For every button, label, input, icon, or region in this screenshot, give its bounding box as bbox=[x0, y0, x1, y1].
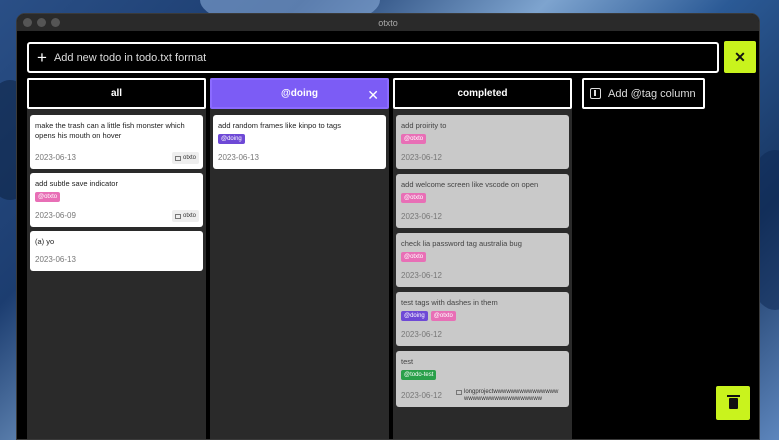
todo-text: add proirity to bbox=[401, 121, 447, 130]
todo-text: add subtle save indicator bbox=[35, 179, 118, 188]
todo-card[interactable]: add proirity to @otxto 2023-06-12 bbox=[396, 115, 569, 169]
tag-otxto[interactable]: @otxto bbox=[401, 193, 427, 203]
todo-date: 2023-06-12 bbox=[401, 330, 442, 339]
todo-card[interactable]: check lia password tag australia bug @ot… bbox=[396, 233, 569, 287]
todo-text: make the trash can a little fish monster… bbox=[35, 121, 185, 140]
todo-date: 2023-06-13 bbox=[35, 255, 76, 264]
todo-card[interactable]: test @todo-test 2023-06-12 longprojectww… bbox=[396, 351, 569, 407]
todo-date: 2023-06-13 bbox=[218, 153, 259, 162]
column-all: all make the trash can a little fish mon… bbox=[27, 78, 206, 439]
project-label: otxto bbox=[182, 155, 196, 161]
column-header-doing[interactable]: @doing ✕ bbox=[210, 78, 389, 109]
tag-otxto[interactable]: @otxto bbox=[430, 311, 456, 321]
remove-column-icon[interactable]: ✕ bbox=[367, 87, 379, 104]
column-doing: @doing ✕ add random frames like kinpo to… bbox=[210, 78, 389, 439]
project-badge[interactable]: longprojectwwwwwwwwwwwwwwwwwwwwwwwwwwwww… bbox=[453, 388, 565, 404]
todo-card[interactable]: add subtle save indicator @otxto 2023-06… bbox=[30, 173, 203, 227]
todo-card[interactable]: add welcome screen like vscode on open @… bbox=[396, 174, 569, 228]
titlebar: otxto bbox=[17, 14, 759, 31]
column-title: @doing bbox=[281, 88, 318, 99]
todo-text: test bbox=[401, 357, 414, 366]
todo-date: 2023-06-12 bbox=[401, 212, 442, 221]
tag-otxto[interactable]: @otxto bbox=[401, 134, 427, 144]
todo-text: add random frames like kinpo to tags bbox=[218, 121, 341, 130]
app-window: otxto + Add new todo in todo.txt format … bbox=[16, 13, 760, 440]
todo-text: check lia password tag australia bug bbox=[401, 239, 522, 248]
project-label: longprojectwwwwwwwwwwwwwwwwwwwwwwwwwwwww… bbox=[464, 389, 559, 402]
column-header-completed[interactable]: completed bbox=[393, 78, 572, 109]
todo-text: test tags with dashes in them bbox=[401, 298, 498, 307]
todo-card[interactable]: (a) yo 2023-06-13 bbox=[30, 231, 203, 271]
add-tag-column-label: Add @tag column bbox=[608, 87, 696, 100]
close-button[interactable]: ✕ bbox=[724, 41, 756, 73]
project-icon bbox=[174, 214, 181, 219]
add-todo-placeholder: Add new todo in todo.txt format bbox=[53, 51, 207, 64]
tag-todo-test[interactable]: @todo-test bbox=[401, 370, 437, 380]
todo-text: add welcome screen like vscode on open bbox=[401, 180, 539, 189]
project-label: otxto bbox=[182, 213, 196, 219]
todo-text: (a) yo bbox=[35, 237, 55, 246]
window-controls bbox=[23, 18, 60, 27]
project-icon bbox=[456, 390, 462, 395]
todo-date: 2023-06-12 bbox=[401, 271, 442, 280]
column-completed: completed add proirity to @otxto 2023-06… bbox=[393, 78, 572, 439]
tag-otxto[interactable]: @otxto bbox=[401, 252, 427, 262]
trash-icon bbox=[726, 394, 740, 409]
column-header-all[interactable]: all bbox=[27, 78, 206, 109]
todo-card[interactable]: test tags with dashes in them @doing @ot… bbox=[396, 292, 569, 346]
todo-date: 2023-06-09 bbox=[35, 211, 76, 220]
todo-card[interactable]: add random frames like kinpo to tags @do… bbox=[213, 115, 386, 169]
tag-otxto[interactable]: @otxto bbox=[35, 192, 61, 202]
column-icon bbox=[590, 88, 601, 99]
todo-date: 2023-06-12 bbox=[401, 391, 442, 400]
project-badge[interactable]: otxto bbox=[171, 152, 199, 164]
tag-doing[interactable]: @doing bbox=[218, 134, 245, 144]
tag-doing[interactable]: @doing bbox=[401, 311, 428, 321]
plus-icon: + bbox=[37, 48, 47, 67]
window-title: otxto bbox=[378, 17, 398, 28]
todo-card[interactable]: make the trash can a little fish monster… bbox=[30, 115, 203, 169]
add-tag-column-button[interactable]: Add @tag column bbox=[582, 78, 705, 109]
project-badge[interactable]: otxto bbox=[171, 210, 199, 222]
todo-date: 2023-06-13 bbox=[35, 153, 76, 162]
project-icon bbox=[174, 156, 181, 161]
trash-button[interactable] bbox=[716, 386, 750, 420]
window-minimize-dot[interactable] bbox=[37, 18, 46, 27]
todo-date: 2023-06-12 bbox=[401, 153, 442, 162]
column-title: completed bbox=[457, 88, 508, 99]
add-todo-input[interactable]: + Add new todo in todo.txt format bbox=[27, 42, 719, 73]
window-zoom-dot[interactable] bbox=[51, 18, 60, 27]
column-title: all bbox=[110, 88, 123, 99]
window-close-dot[interactable] bbox=[23, 18, 32, 27]
